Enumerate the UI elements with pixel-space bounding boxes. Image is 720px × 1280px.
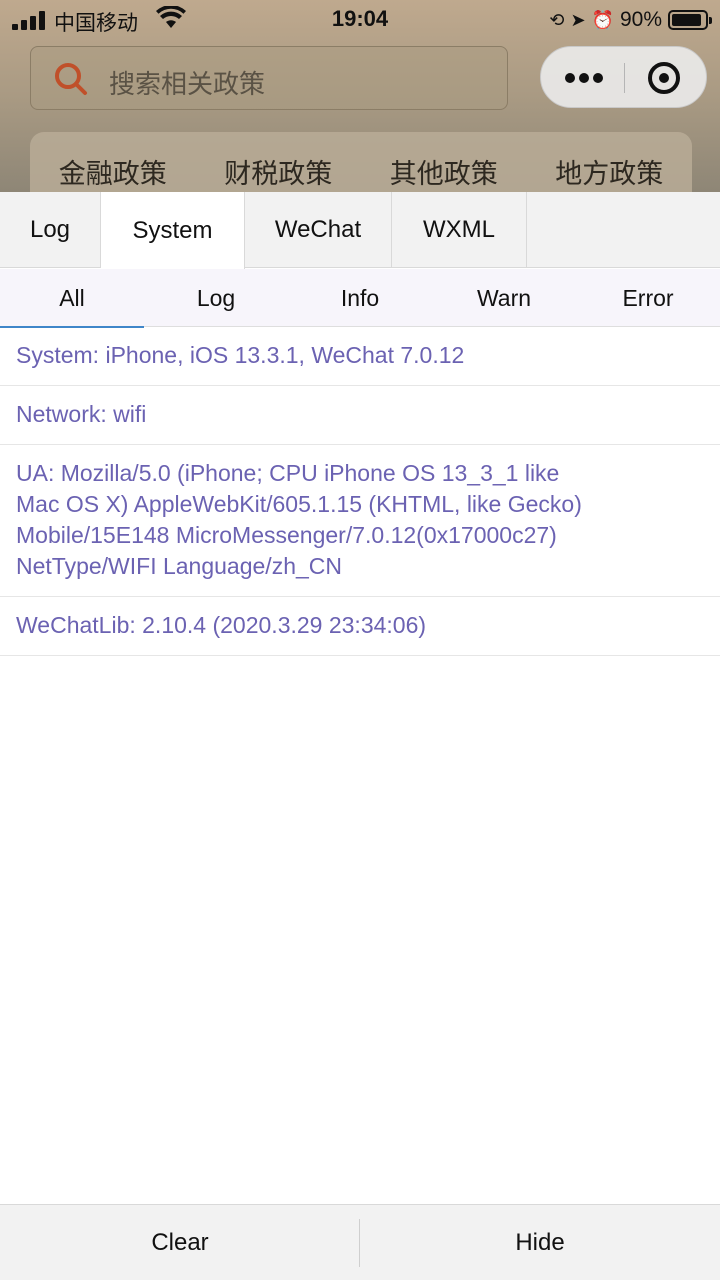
alarm-icon: ⏰ [591,10,614,30]
log-level-filter: All Log Info Warn Error [0,269,720,328]
debug-console-panel: Log System WeChat WXML All Log Info Warn… [0,192,720,1280]
background-app: 中国移动 19:04 ⟲ ➤ ⏰ 90% 搜索相关政策 金融政策 财税政策 其他… [0,0,720,192]
status-icons: ⟲ ➤ ⏰ 90% [549,6,712,34]
log-entry-network: Network: wifi [0,386,720,445]
category-tab-finance[interactable]: 金融政策 [59,152,167,192]
category-tab-tax[interactable]: 财税政策 [224,152,332,192]
category-tab-other[interactable]: 其他政策 [390,152,498,192]
orientation-lock-icon: ⟲ [549,10,565,30]
console-toolbar: Clear Hide [0,1204,720,1280]
battery-icon [668,10,712,30]
toolbar-divider [359,1219,360,1267]
more-options-button[interactable] [541,47,624,109]
capsule-divider [624,63,625,93]
console-main-tabs: Log System WeChat WXML [0,192,720,269]
close-mini-program-icon[interactable] [648,62,680,94]
search-placeholder: 搜索相关政策 [109,69,266,99]
filter-error[interactable]: Error [576,269,720,327]
search-input[interactable]: 搜索相关政策 [30,46,508,110]
filter-all[interactable]: All [0,269,144,328]
log-entry-wechatlib: WeChatLib: 2.10.4 (2020.3.29 23:34:06) [0,597,720,656]
log-entry-system: System: iPhone, iOS 13.3.1, WeChat 7.0.1… [0,327,720,386]
category-tabs: 金融政策 财税政策 其他政策 地方政策 [30,132,692,192]
search-icon [55,63,87,95]
tab-wxml[interactable]: WXML [392,192,527,268]
location-arrow-icon: ➤ [570,10,586,30]
tab-wechat[interactable]: WeChat [245,192,392,268]
log-entry-user-agent: UA: Mozilla/5.0 (iPhone; CPU iPhone OS 1… [0,445,720,597]
battery-percent: 90% [619,8,662,31]
status-bar: 中国移动 19:04 ⟲ ➤ ⏰ 90% [0,0,720,40]
hide-button[interactable]: Hide [360,1205,720,1280]
filter-info[interactable]: Info [288,269,432,327]
mini-program-capsule [540,46,707,108]
category-tab-local[interactable]: 地方政策 [555,152,663,192]
tab-system[interactable]: System [101,192,245,269]
filter-log[interactable]: Log [144,269,288,327]
filter-warn[interactable]: Warn [432,269,576,327]
log-list: System: iPhone, iOS 13.3.1, WeChat 7.0.1… [0,327,720,656]
clear-button[interactable]: Clear [0,1205,360,1280]
tab-log[interactable]: Log [0,192,101,268]
